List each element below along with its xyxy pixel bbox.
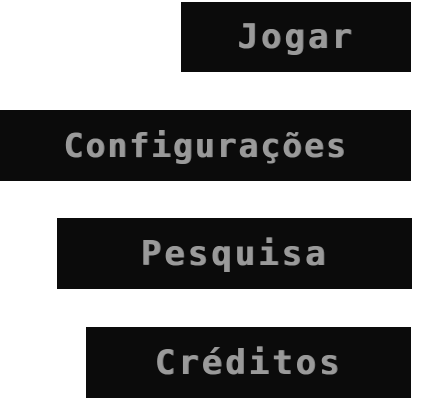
- play-button[interactable]: Jogar: [181, 2, 411, 72]
- settings-button-label: Configurações: [63, 126, 348, 165]
- credits-button[interactable]: Créditos: [86, 327, 411, 398]
- settings-button[interactable]: Configurações: [0, 110, 411, 181]
- credits-button-label: Créditos: [154, 342, 343, 383]
- research-button-label: Pesquisa: [140, 233, 329, 274]
- research-button[interactable]: Pesquisa: [57, 218, 412, 289]
- play-button-label: Jogar: [237, 17, 355, 57]
- main-menu: Jogar Configurações Pesquisa Créditos: [0, 0, 436, 401]
